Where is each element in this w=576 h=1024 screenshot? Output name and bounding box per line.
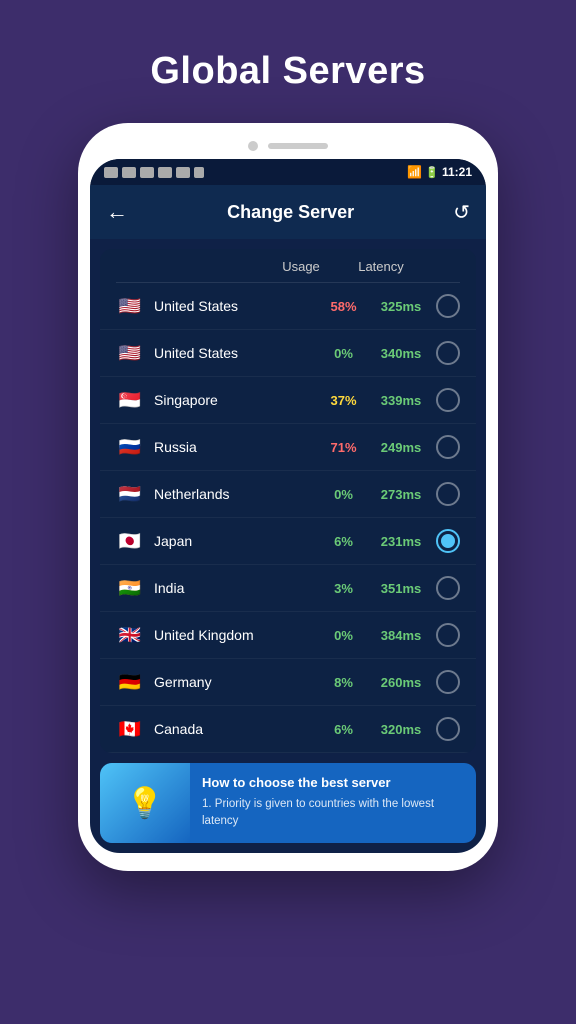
- radio-button-4[interactable]: [436, 482, 460, 506]
- country-name-8: Germany: [154, 674, 311, 690]
- phone-camera: [248, 141, 258, 151]
- usage-value-1: 0%: [321, 346, 366, 361]
- country-flag-5: 🇯🇵: [116, 531, 144, 551]
- latency-value-6: 351ms: [376, 581, 426, 596]
- tip-image: 💡: [100, 763, 190, 843]
- status-time: 11:21: [442, 165, 472, 179]
- country-name-6: India: [154, 580, 311, 596]
- table-row[interactable]: 🇺🇸 United States 58% 325ms: [100, 283, 476, 330]
- country-name-0: United States: [154, 298, 311, 314]
- radio-button-0[interactable]: [436, 294, 460, 318]
- col-latency-header: Latency: [356, 259, 406, 274]
- icon-3: [140, 167, 154, 178]
- server-list-container: Usage Latency 🇺🇸 United States 58% 325ms…: [100, 249, 476, 753]
- country-flag-8: 🇩🇪: [116, 672, 144, 692]
- table-row[interactable]: 🇯🇵 Japan 6% 231ms: [100, 518, 476, 565]
- radio-button-1[interactable]: [436, 341, 460, 365]
- usage-value-6: 3%: [321, 581, 366, 596]
- usage-value-8: 8%: [321, 675, 366, 690]
- country-flag-1: 🇺🇸: [116, 343, 144, 363]
- latency-value-1: 340ms: [376, 346, 426, 361]
- tip-icon: 💡: [126, 786, 163, 821]
- country-flag-4: 🇳🇱: [116, 484, 144, 504]
- icon-4: [158, 167, 172, 178]
- tip-text: 1. Priority is given to countries with t…: [202, 796, 464, 831]
- table-row[interactable]: 🇷🇺 Russia 71% 249ms: [100, 424, 476, 471]
- table-row[interactable]: 🇮🇳 India 3% 351ms: [100, 565, 476, 612]
- usage-value-0: 58%: [321, 299, 366, 314]
- table-row[interactable]: 🇺🇸 United States 0% 340ms: [100, 330, 476, 377]
- country-flag-2: 🇸🇬: [116, 390, 144, 410]
- icon-5: [176, 167, 190, 178]
- country-name-5: Japan: [154, 533, 311, 549]
- app-header: ← Change Server ↺: [90, 185, 486, 239]
- country-flag-6: 🇮🇳: [116, 578, 144, 598]
- phone-screen: 📶 🔋 11:21 ← Change Server ↺ Usage Latenc…: [90, 159, 486, 853]
- radio-button-8[interactable]: [436, 670, 460, 694]
- status-bar: 📶 🔋 11:21: [90, 159, 486, 185]
- page-title: Global Servers: [150, 50, 425, 93]
- latency-value-8: 260ms: [376, 675, 426, 690]
- usage-value-3: 71%: [321, 440, 366, 455]
- usage-value-5: 6%: [321, 534, 366, 549]
- status-left-icons: [104, 167, 204, 178]
- usage-value-9: 6%: [321, 722, 366, 737]
- table-header-row: Usage Latency: [100, 249, 476, 282]
- table-row[interactable]: 🇸🇬 Singapore 37% 339ms: [100, 377, 476, 424]
- country-flag-3: 🇷🇺: [116, 437, 144, 457]
- usage-value-2: 37%: [321, 393, 366, 408]
- radio-button-5[interactable]: [436, 529, 460, 553]
- usage-value-4: 0%: [321, 487, 366, 502]
- wifi-icon: 📶: [407, 165, 422, 179]
- latency-value-5: 231ms: [376, 534, 426, 549]
- col-select-header: [436, 259, 460, 274]
- country-name-2: Singapore: [154, 392, 311, 408]
- country-name-9: Canada: [154, 721, 311, 737]
- phone-wrapper: 📶 🔋 11:21 ← Change Server ↺ Usage Latenc…: [78, 123, 498, 871]
- latency-value-9: 320ms: [376, 722, 426, 737]
- icon-6: [194, 167, 204, 178]
- country-name-7: United Kingdom: [154, 627, 311, 643]
- latency-value-2: 339ms: [376, 393, 426, 408]
- tip-section: 💡 How to choose the best server 1. Prior…: [100, 763, 476, 843]
- latency-value-0: 325ms: [376, 299, 426, 314]
- latency-value-4: 273ms: [376, 487, 426, 502]
- country-flag-0: 🇺🇸: [116, 296, 144, 316]
- country-name-1: United States: [154, 345, 311, 361]
- table-row[interactable]: 🇬🇧 United Kingdom 0% 384ms: [100, 612, 476, 659]
- tip-title: How to choose the best server: [202, 775, 464, 790]
- radio-button-3[interactable]: [436, 435, 460, 459]
- latency-value-7: 384ms: [376, 628, 426, 643]
- radio-button-2[interactable]: [436, 388, 460, 412]
- country-flag-9: 🇨🇦: [116, 719, 144, 739]
- usage-value-7: 0%: [321, 628, 366, 643]
- radio-button-9[interactable]: [436, 717, 460, 741]
- battery-icon: 🔋: [425, 166, 439, 179]
- table-row[interactable]: 🇨🇦 Canada 6% 320ms: [100, 706, 476, 753]
- tip-content: How to choose the best server 1. Priorit…: [190, 763, 476, 843]
- header-title: Change Server: [227, 202, 354, 223]
- back-button[interactable]: ←: [106, 199, 128, 225]
- country-name-3: Russia: [154, 439, 311, 455]
- radio-button-6[interactable]: [436, 576, 460, 600]
- status-right: 📶 🔋 11:21: [407, 165, 472, 179]
- refresh-button[interactable]: ↺: [453, 200, 470, 225]
- country-flag-7: 🇬🇧: [116, 625, 144, 645]
- radio-button-7[interactable]: [436, 623, 460, 647]
- country-name-4: Netherlands: [154, 486, 311, 502]
- table-row[interactable]: 🇳🇱 Netherlands 0% 273ms: [100, 471, 476, 518]
- phone-notch: [90, 141, 486, 151]
- table-row[interactable]: 🇩🇪 Germany 8% 260ms: [100, 659, 476, 706]
- col-usage-header: Usage: [276, 259, 326, 274]
- latency-value-3: 249ms: [376, 440, 426, 455]
- icon-1: [104, 167, 118, 178]
- phone-speaker: [268, 143, 328, 149]
- icon-2: [122, 167, 136, 178]
